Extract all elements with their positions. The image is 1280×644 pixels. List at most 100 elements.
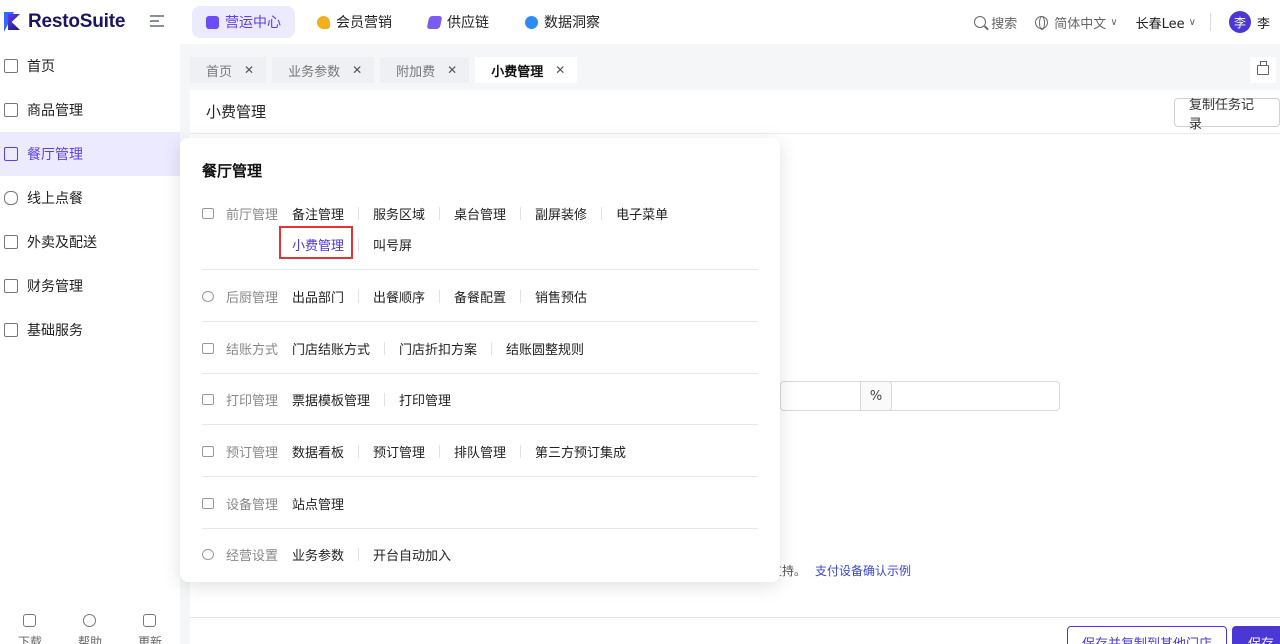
menu-link-secondary-screen[interactable]: 副屏装修 [520,204,601,223]
topnav-label: 供应链 [447,15,489,31]
frontdesk-icon [202,208,214,219]
menu-collapse-icon[interactable] [150,15,164,27]
sidebar-bottom-tools: 下载 帮助 更新 [0,614,180,644]
topnav-label: 营运中心 [225,15,281,31]
tab-surcharge[interactable]: 附加费 ✕ [380,57,470,83]
link-row: 票据模板管理 打印管理 [292,390,465,409]
menu-link-print-management[interactable]: 打印管理 [384,390,465,409]
menu-link-prep-config[interactable]: 备餐配置 [439,287,520,306]
language-label: 简体中文 [1054,16,1107,32]
group-label: 经营设置 [202,545,278,564]
group-label-text: 经营设置 [226,549,279,564]
logo[interactable]: RestoSuite [4,11,125,33]
topnav-membership[interactable]: 会员营销 [303,6,406,38]
help-button[interactable]: 帮助 [78,614,102,644]
topnav-operations[interactable]: 营运中心 [192,6,295,38]
tab-business-params[interactable]: 业务参数 ✕ [272,57,375,83]
menu-link-discount-plans[interactable]: 门店折扣方案 [384,339,491,358]
tip-percentage-input[interactable] [780,381,1060,411]
printer-icon [202,394,214,405]
search-label: 搜索 [991,16,1018,32]
group-label-text: 打印管理 [226,394,279,409]
store-tools-icon [1257,61,1269,75]
menu-link-production-dept[interactable]: 出品部门 [292,287,358,306]
menu-link-e-menu[interactable]: 电子菜单 [601,204,682,223]
link-row: 数据看板 预订管理 排队管理 第三方预订集成 [292,442,640,461]
language-selector[interactable]: 简体中文 ∨ [1035,13,1118,32]
copy-task-log-button[interactable]: 复制任务记录 [1174,98,1280,132]
update-icon [143,614,157,627]
menu-link-sales-forecast[interactable]: 销售预估 [520,287,601,306]
save-button[interactable]: 保存 [1232,626,1280,644]
group-label-text: 后厨管理 [226,291,279,306]
menu-link-rounding-rules[interactable]: 结账圆整规则 [491,339,598,358]
payment-device-example-link[interactable]: 支付设备确认示例 [815,562,911,579]
menu-link-queue[interactable]: 排队管理 [439,442,520,461]
sidebar-item-basic-services[interactable]: 基础服务 [0,308,180,352]
highlight-box [279,226,353,259]
restosuite-logo-icon [4,12,24,32]
group-label: 预订管理 [202,442,278,461]
tab-label: 小费管理 [491,64,544,80]
menu-link-reservations[interactable]: 预订管理 [358,442,439,461]
folder-icon [4,279,18,293]
menu-link-tables[interactable]: 桌台管理 [439,204,520,223]
menu-link-third-party-reservations[interactable]: 第三方预订集成 [520,442,640,461]
link-row: 站点管理 [292,494,358,513]
menu-link-receipt-templates[interactable]: 票据模板管理 [292,390,384,409]
box-icon [4,103,18,117]
store-icon [4,147,18,161]
menu-link-remarks[interactable]: 备注管理 [292,204,358,223]
topnav-insights[interactable]: 数据洞察 [511,6,614,38]
tab-tip-management[interactable]: 小费管理 ✕ [475,57,578,83]
logo-text: RestoSuite [28,11,126,32]
sidebar-item-home[interactable]: 首页 [0,44,180,88]
group-label: 设备管理 [202,494,278,513]
insights-icon [525,15,538,29]
close-icon[interactable]: ✕ [244,63,254,77]
group-divider [202,424,758,425]
membership-icon [317,15,330,29]
save-and-copy-button[interactable]: 保存并复制到其他门店 [1067,626,1228,644]
menu-link-stations[interactable]: 站点管理 [292,494,358,513]
store-label: 长春Lee [1135,16,1185,32]
sidebar-item-products[interactable]: 商品管理 [0,88,180,132]
close-icon[interactable]: ✕ [352,63,362,77]
chevron-down-icon: ∨ [1188,16,1196,28]
group-divider [202,476,758,477]
close-icon[interactable]: ✕ [447,63,457,77]
group-label-text: 前厅管理 [226,208,279,223]
sidebar-item-label: 首页 [27,59,55,75]
percent-suffix: % [860,381,892,411]
menu-link-auto-join-on-open[interactable]: 开台自动加入 [358,545,465,564]
top-bar: RestoSuite 营运中心 会员营销 供应链 数据洞察 搜索 简体中文 ∨ [0,0,1280,44]
sidebar-item-restaurant[interactable]: 餐厅管理 [0,132,180,176]
close-icon[interactable]: ✕ [555,63,565,77]
group-label: 前厅管理 [202,204,278,223]
update-button[interactable]: 更新 [138,614,162,644]
help-icon [83,614,97,627]
store-selector[interactable]: 长春Lee ∨ [1136,13,1196,32]
user-menu[interactable]: 李 李 [1228,11,1270,33]
group-label-text: 预订管理 [226,446,279,461]
group-divider [202,373,758,374]
menu-link-service-area[interactable]: 服务区域 [358,204,439,223]
menu-link-call-screen[interactable]: 叫号屏 [358,235,426,254]
menu-link-dashboard[interactable]: 数据看板 [292,442,358,461]
menu-link-serving-order[interactable]: 出餐顺序 [358,287,439,306]
search-button[interactable]: 搜索 [974,13,1017,32]
menu-link-business-params[interactable]: 业务参数 [292,545,358,564]
settings-icon [202,549,214,560]
tab-home[interactable]: 首页 ✕ [190,57,267,83]
sidebar-item-online-ordering[interactable]: 线上点餐 [0,176,180,220]
supply-chain-icon [426,15,443,29]
sidebar-item-finance[interactable]: 财务管理 [0,264,180,308]
sidebar-item-delivery[interactable]: 外卖及配送 [0,220,180,264]
search-icon [974,16,987,28]
topnav-supply-chain[interactable]: 供应链 [414,6,503,38]
page-title: 小费管理 [190,90,1280,134]
sidebar-item-label: 外卖及配送 [27,235,97,251]
menu-link-payment-methods[interactable]: 门店结账方式 [292,339,384,358]
download-button[interactable]: 下载 [18,614,42,644]
tab-tools-button[interactable] [1250,57,1276,83]
